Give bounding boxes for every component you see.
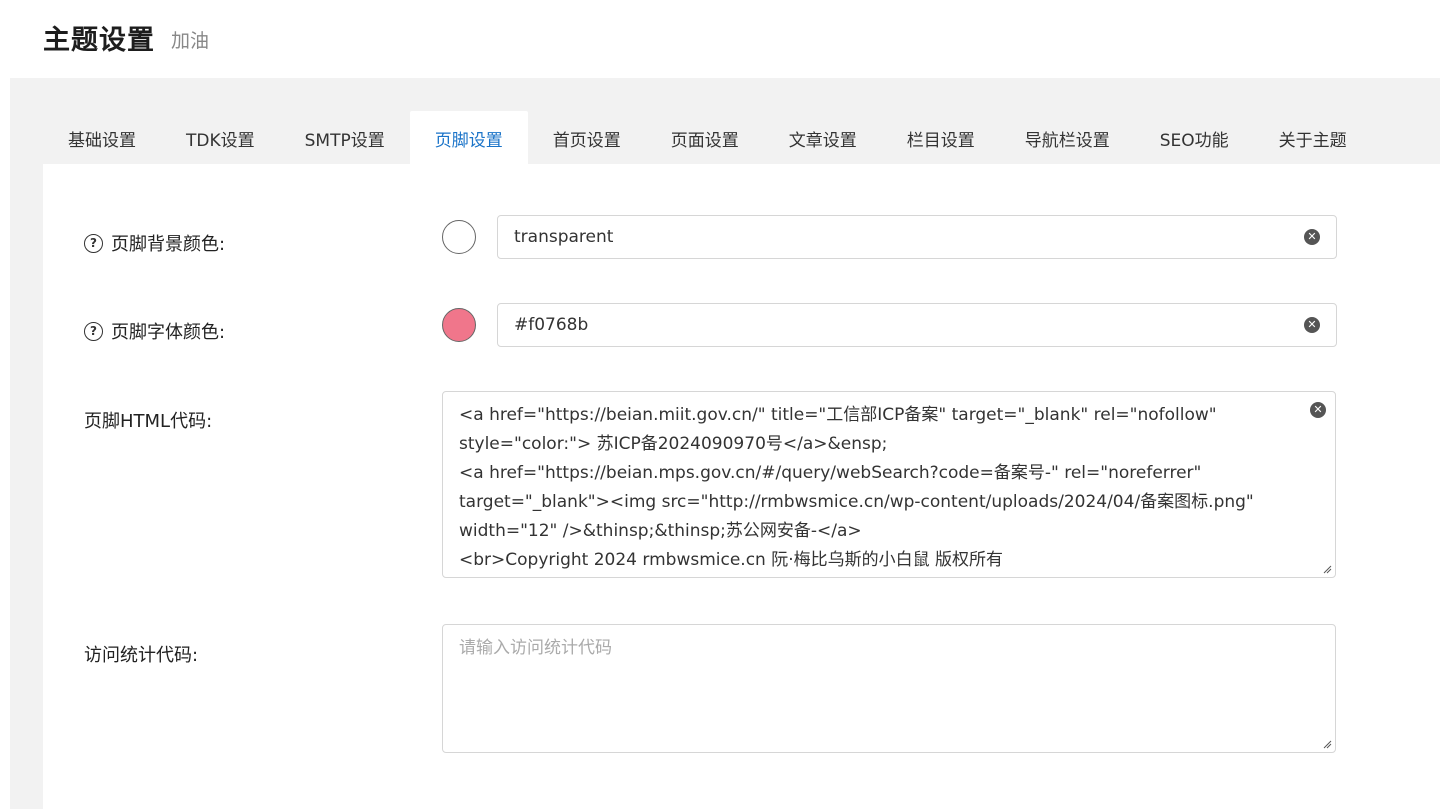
resize-grip-icon[interactable]	[1323, 565, 1332, 574]
footer-font-color-input[interactable]: #f0768b	[497, 303, 1337, 347]
tab-label: SMTP设置	[304, 130, 385, 151]
help-icon[interactable]: ?	[84, 321, 103, 341]
tab-about[interactable]: 关于主题	[1254, 111, 1372, 164]
page-header: 主题设置 加油	[43, 0, 209, 75]
tab-label: 关于主题	[1278, 130, 1347, 151]
footer-bg-color-input[interactable]: transparent	[497, 215, 1337, 259]
code-line: style="color:"> 苏ICP备2024090970号</a>&ens…	[459, 434, 888, 454]
footer-bg-label: ? 页脚背景颜色:	[84, 230, 225, 256]
code-line: <a href="https://beian.miit.gov.cn/" tit…	[459, 405, 1217, 425]
clear-icon[interactable]: ✕	[1304, 317, 1320, 333]
help-icon[interactable]: ?	[84, 233, 103, 253]
tab-seo[interactable]: SEO功能	[1135, 111, 1254, 164]
footer-font-color-swatch[interactable]	[442, 308, 476, 342]
tab-navbar[interactable]: 导航栏设置	[1000, 111, 1135, 164]
settings-tabs: 基础设置 TDK设置 SMTP设置 页脚设置 首页设置 页面设置 文章设置 栏目…	[43, 111, 1372, 164]
tab-article[interactable]: 文章设置	[764, 111, 882, 164]
tab-category[interactable]: 栏目设置	[882, 111, 1000, 164]
tab-label: 基础设置	[68, 130, 136, 151]
clear-icon[interactable]: ✕	[1310, 402, 1326, 418]
footer-html-label: 页脚HTML代码:	[84, 407, 212, 433]
code-line: <a href="https://beian.mps.gov.cn/#/quer…	[459, 463, 1202, 483]
tab-home[interactable]: 首页设置	[528, 111, 646, 164]
tab-label: 栏目设置	[906, 130, 975, 151]
footer-font-label: ? 页脚字体颜色:	[84, 318, 225, 344]
footer-bg-label-text: 页脚背景颜色:	[111, 234, 226, 255]
footer-html-textarea[interactable]: <a href="https://beian.miit.gov.cn/" tit…	[442, 391, 1336, 578]
footer-bg-color-swatch[interactable]	[442, 220, 476, 254]
tab-basic[interactable]: 基础设置	[43, 111, 161, 164]
footer-font-label-text: 页脚字体颜色:	[111, 322, 226, 343]
resize-grip-icon[interactable]	[1323, 740, 1332, 749]
tab-label: 页脚设置	[434, 130, 503, 151]
tab-tdk[interactable]: TDK设置	[161, 111, 280, 164]
tab-label: SEO功能	[1159, 130, 1229, 151]
stats-code-label-text: 访问统计代码:	[84, 645, 199, 666]
tab-page[interactable]: 页面设置	[646, 111, 764, 164]
code-line: <br>Copyright 2024 rmbwsmice.cn 阮·梅比乌斯的小…	[459, 550, 1004, 570]
tab-label: 页面设置	[670, 130, 739, 151]
tab-label: 首页设置	[552, 130, 621, 151]
tab-label: 文章设置	[788, 130, 857, 151]
footer-font-color-value: #f0768b	[514, 315, 589, 335]
code-line: width="12" />&thinsp;&thinsp;苏公网安备-</a>	[459, 521, 862, 541]
code-line: target="_blank"><img src="http://rmbwsmi…	[459, 492, 1254, 512]
tab-label: 导航栏设置	[1024, 130, 1110, 151]
page-subtitle: 加油	[171, 30, 210, 52]
clear-icon[interactable]: ✕	[1304, 229, 1320, 245]
footer-bg-color-value: transparent	[514, 227, 614, 247]
stats-code-label: 访问统计代码:	[84, 641, 198, 667]
footer-html-label-text: 页脚HTML代码:	[84, 411, 213, 432]
tab-footer[interactable]: 页脚设置	[409, 111, 528, 164]
tab-smtp[interactable]: SMTP设置	[280, 111, 410, 164]
tab-label: TDK设置	[186, 130, 255, 151]
stats-code-textarea[interactable]: 请输入访问统计代码	[442, 624, 1336, 753]
stats-code-placeholder: 请输入访问统计代码	[459, 638, 612, 658]
page-title: 主题设置	[43, 25, 155, 56]
